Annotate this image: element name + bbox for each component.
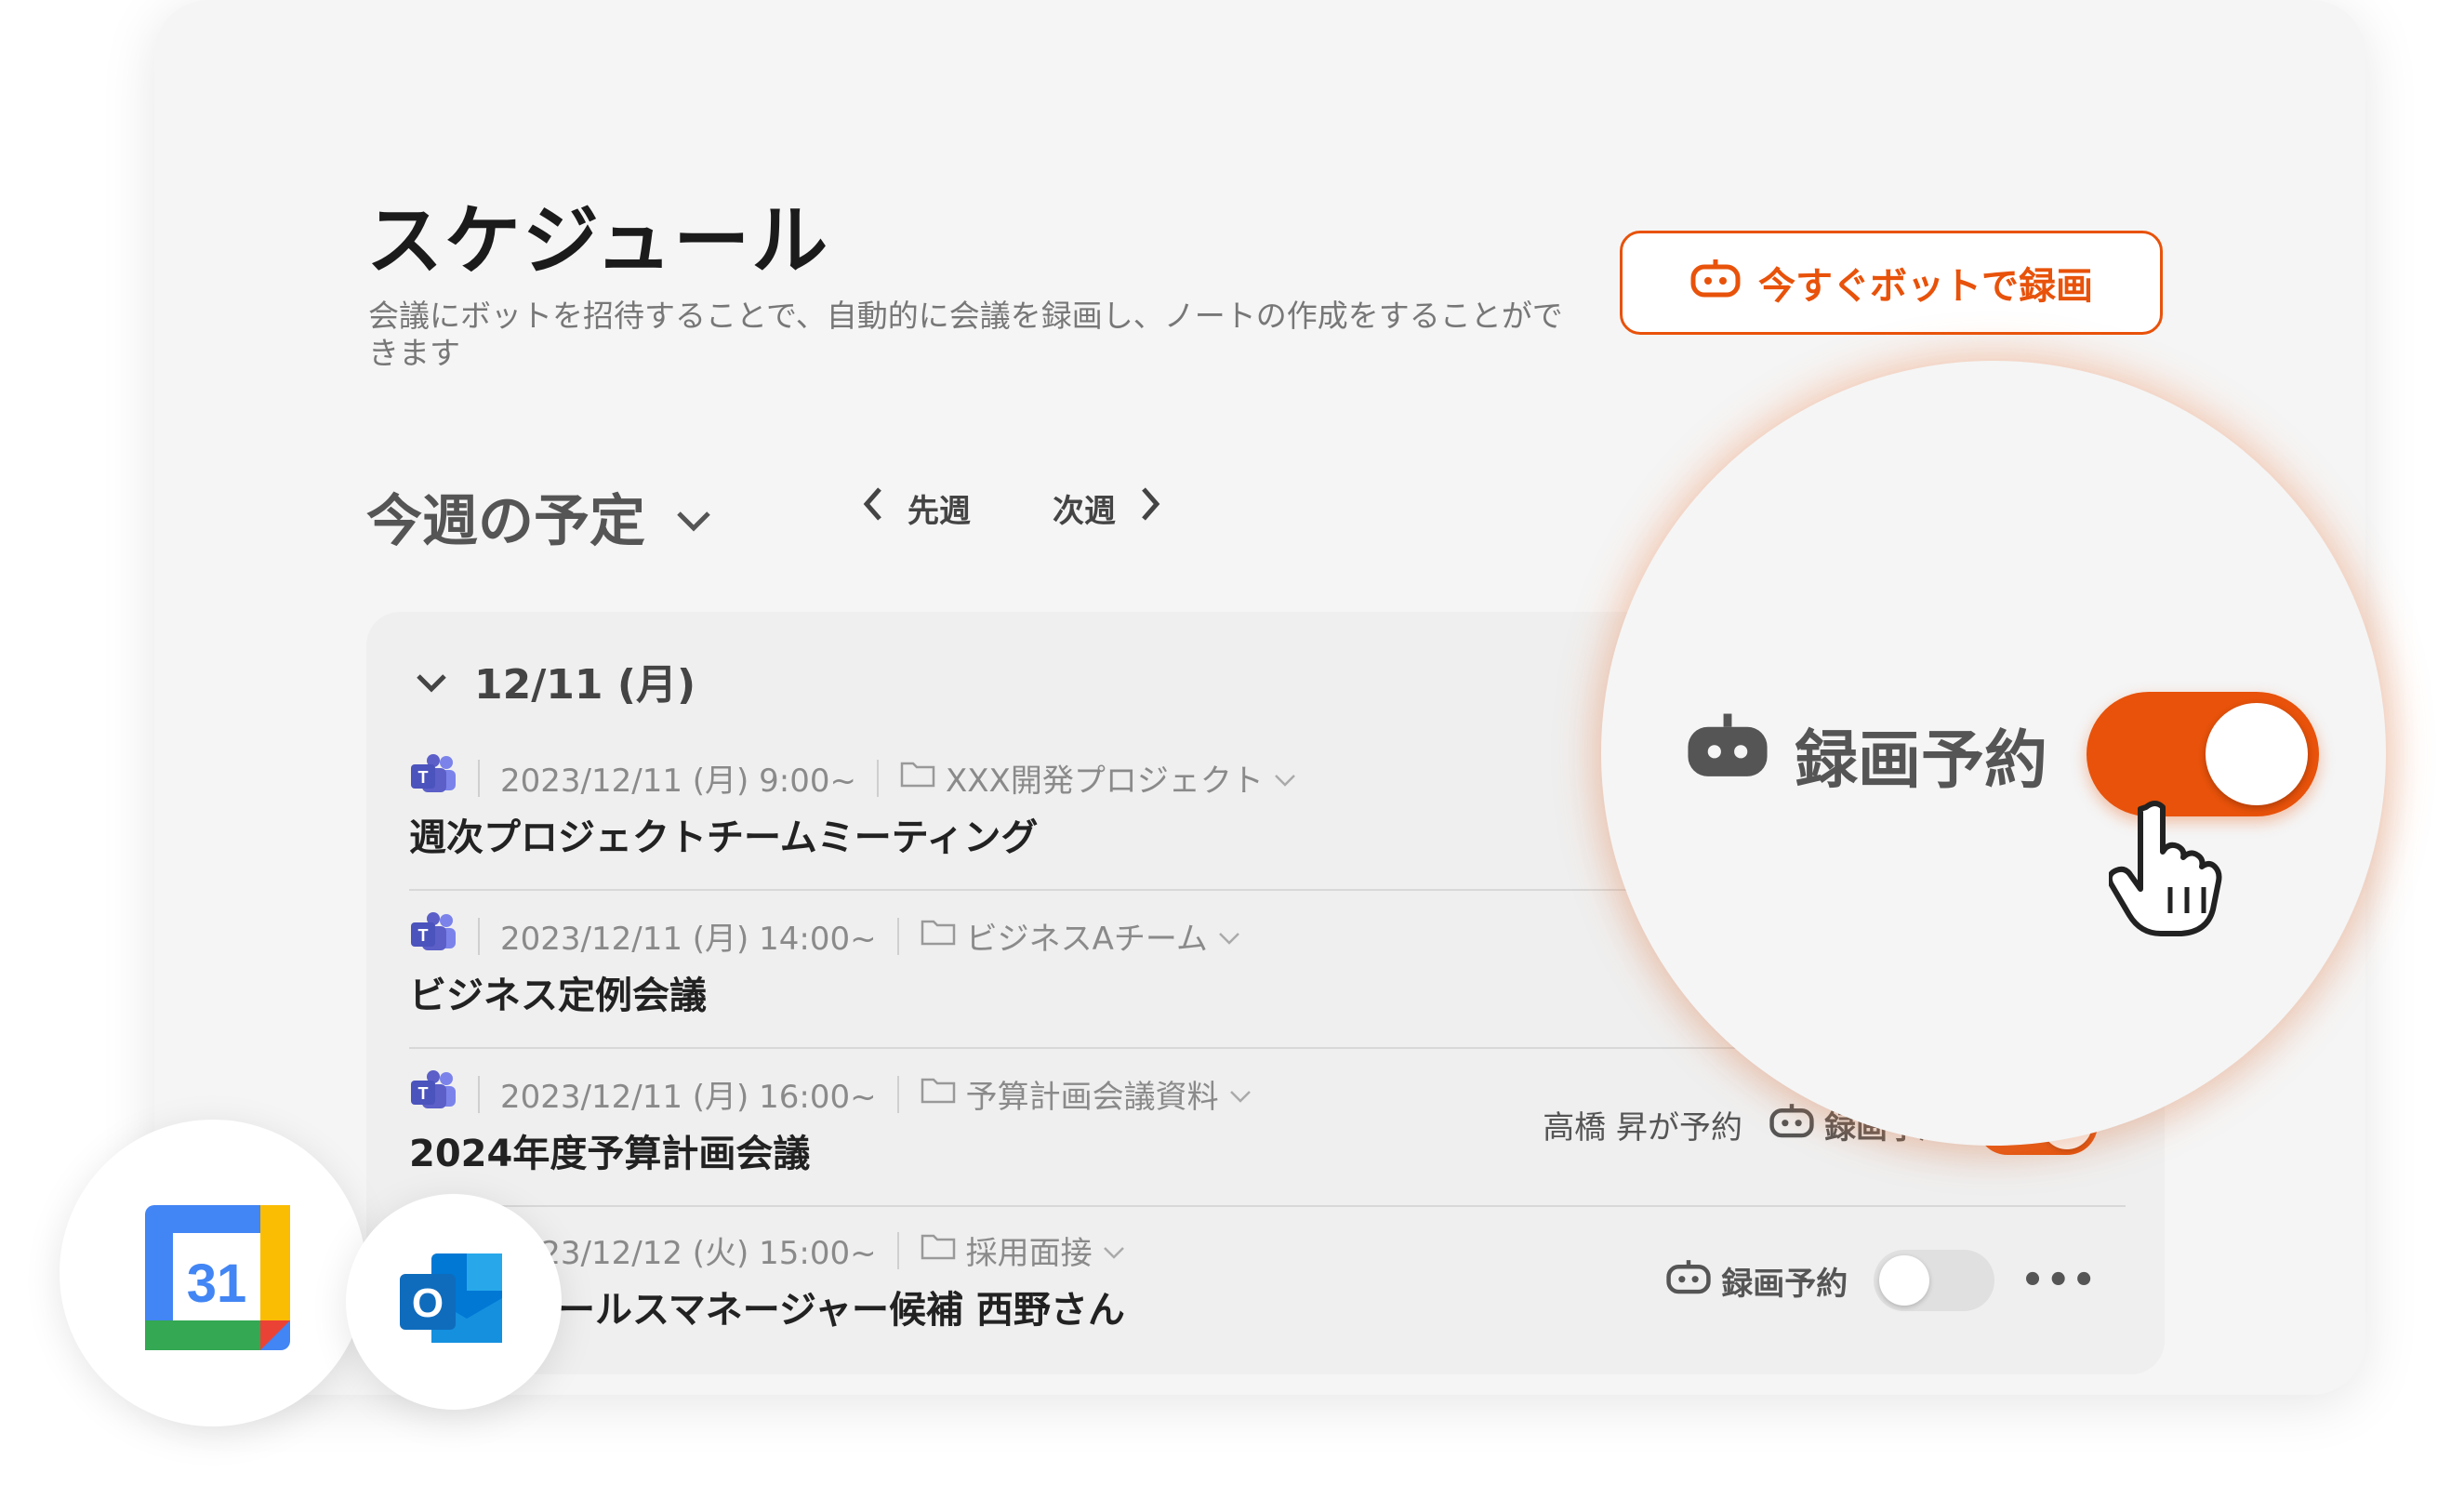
folder-icon xyxy=(920,1230,957,1270)
divider xyxy=(896,1075,899,1113)
svg-text:31: 31 xyxy=(187,1253,247,1314)
chevron-down-icon[interactable] xyxy=(1273,760,1297,797)
meeting-datetime: 2023/12/11 (月) 14:00~ xyxy=(500,921,877,958)
prev-week-label: 先週 xyxy=(908,493,971,530)
hand-cursor-icon xyxy=(2106,798,2239,941)
teams-icon: T xyxy=(409,911,457,961)
meeting-datetime: 2023/12/12 (火) 15:00~ xyxy=(500,1235,877,1272)
bot-icon xyxy=(1769,1102,1815,1147)
google-calendar-icon: 31 xyxy=(145,1205,290,1350)
svg-text:T: T xyxy=(418,768,429,787)
week-selector[interactable]: 今週の予定 xyxy=(366,476,714,557)
outlook-badge: O xyxy=(346,1194,562,1410)
more-options-icon[interactable]: ••• xyxy=(2020,1259,2098,1302)
meeting-datetime: 2023/12/11 (月) 16:00~ xyxy=(500,1079,877,1116)
record-now-label: 今すぐボットで録画 xyxy=(1758,265,2093,308)
svg-text:T: T xyxy=(418,1084,429,1103)
meeting-title: 週次プロジェクトチームミーティング xyxy=(409,816,1039,859)
folder-icon xyxy=(920,916,957,956)
next-week-button[interactable]: 次週 xyxy=(1053,485,1162,531)
meeting-title: ビジネス定例会議 xyxy=(409,975,707,1017)
google-calendar-badge: 31 xyxy=(60,1120,366,1426)
meeting-folder[interactable]: 予算計画会議資料 xyxy=(966,1071,1219,1117)
meeting-folder[interactable]: ビジネスAチーム xyxy=(966,913,1208,959)
divider xyxy=(478,917,480,955)
zoom-record-label: 録画予約 xyxy=(1681,709,2047,801)
chevron-down-icon[interactable] xyxy=(1217,918,1241,955)
meeting-datetime: 2023/12/11 (月) 9:00~ xyxy=(500,763,856,800)
record-toggle[interactable] xyxy=(1874,1250,1995,1311)
meeting-title: 2024年度予算計画会議 xyxy=(409,1133,811,1175)
chevron-down-icon[interactable] xyxy=(1228,1076,1252,1113)
chevron-left-icon xyxy=(861,485,885,531)
meeting-folder[interactable]: 採用面接 xyxy=(966,1227,1093,1273)
bot-icon xyxy=(1665,1258,1712,1304)
divider xyxy=(478,759,480,797)
prev-week-button[interactable]: 先週 xyxy=(861,485,971,531)
page-title: スケジュール xyxy=(366,197,830,285)
chevron-down-icon[interactable] xyxy=(1102,1232,1126,1269)
outlook-icon: O xyxy=(400,1253,502,1343)
divider xyxy=(876,759,879,797)
record-now-button[interactable]: 今すぐボットで録画 xyxy=(1620,231,2163,335)
next-week-label: 次週 xyxy=(1053,493,1116,530)
record-label: 録画予約 xyxy=(1721,1265,1848,1303)
divider xyxy=(478,1075,480,1113)
date-label: 12/11 (月) xyxy=(474,661,696,709)
meeting-row[interactable]: T 2023/12/12 (火) 15:00~ 採用面接 面接：セールスマネージ… xyxy=(409,1205,2126,1345)
chevron-down-icon xyxy=(673,484,714,550)
divider xyxy=(896,917,899,955)
svg-text:O: O xyxy=(412,1280,444,1326)
meeting-folder[interactable]: XXX開発プロジェクト xyxy=(946,755,1264,801)
svg-text:T: T xyxy=(418,926,429,945)
zoom-label-text: 録画予約 xyxy=(1795,724,2048,798)
teams-icon: T xyxy=(409,753,457,802)
chevron-down-icon xyxy=(415,657,448,705)
chevron-right-icon xyxy=(1138,485,1162,531)
date-group-header[interactable]: 12/11 (月) xyxy=(415,651,696,710)
reserved-by-label: 高橋 昇が予約 xyxy=(1543,1108,1742,1147)
page-description: 会議にボットを招待することで、自動的に会議を録画し、ノートの作成をすることができ… xyxy=(368,298,1563,371)
teams-icon: T xyxy=(409,1069,457,1119)
week-title: 今週の予定 xyxy=(366,489,645,554)
bot-icon xyxy=(1681,710,1774,799)
divider xyxy=(896,1231,899,1269)
bot-icon xyxy=(1689,258,1742,308)
folder-icon xyxy=(899,758,936,798)
folder-icon xyxy=(920,1074,957,1114)
